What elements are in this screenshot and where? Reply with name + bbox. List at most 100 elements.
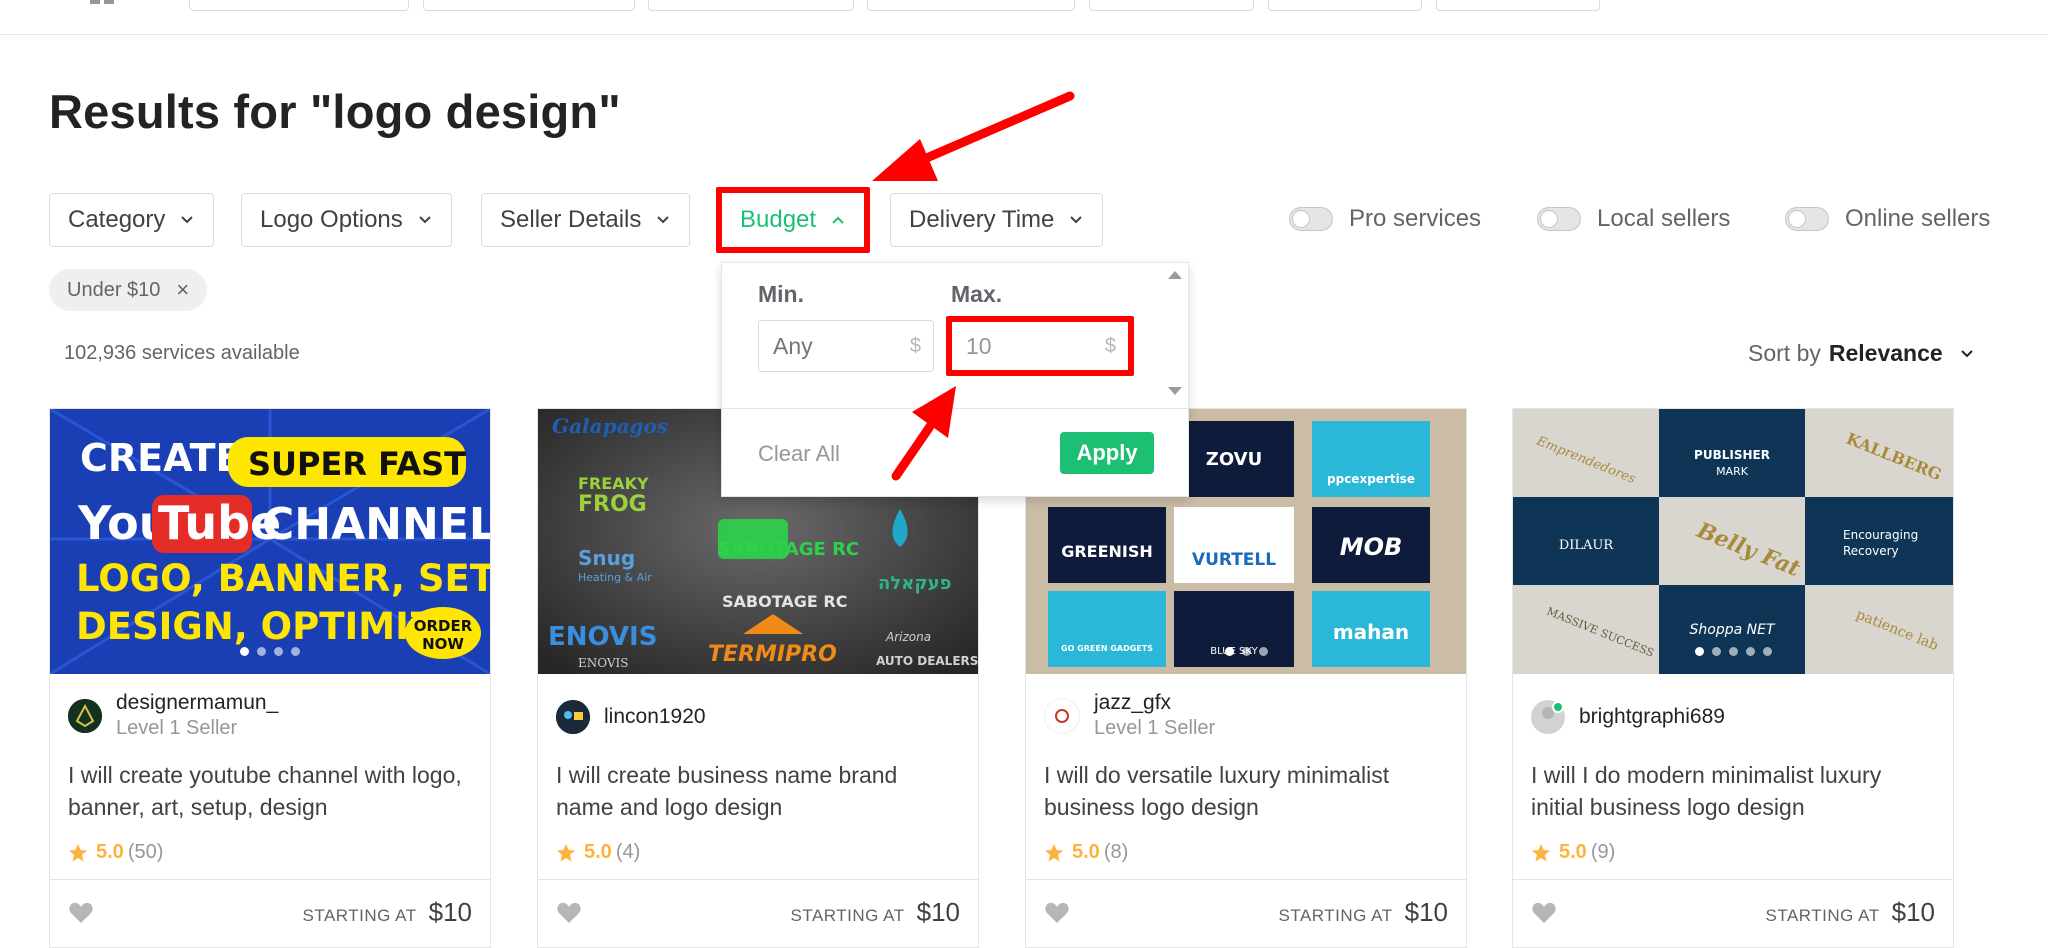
max-budget-input[interactable]	[964, 331, 1068, 361]
category-chip[interactable]	[423, 0, 635, 11]
star-icon	[69, 843, 87, 861]
category-chip[interactable]	[1268, 0, 1422, 11]
tag-label: Under $10	[67, 278, 161, 301]
pro-services-toggle[interactable]: Pro services	[1289, 205, 1481, 233]
clear-all-button[interactable]: Clear All	[758, 441, 840, 467]
seller-info: lincon1920	[556, 700, 706, 734]
min-budget-input[interactable]	[771, 331, 875, 361]
divider	[1513, 879, 1953, 880]
chevron-down-icon	[1070, 216, 1083, 224]
logo-options-filter-button[interactable]: Logo Options	[241, 193, 452, 247]
thumb-text: ZOVU	[1206, 449, 1262, 470]
divider	[722, 408, 1188, 409]
gig-card[interactable]: CREATE, SUPER FAST You Tube CHANNEL LOGO…	[49, 408, 491, 948]
seller-info: brightgraphi689	[1531, 700, 1725, 734]
thumb-text: MOB	[1340, 533, 1403, 561]
gig-card[interactable]: PUBLISHER MARK Emprendedores KALLBERG DI…	[1512, 408, 1954, 948]
category-chip[interactable]	[189, 0, 409, 11]
heart-icon[interactable]	[556, 901, 582, 925]
thumb-text: Encouraging	[1843, 528, 1918, 542]
divider	[50, 879, 490, 880]
seller-info: designermamun_ Level 1 Seller	[68, 691, 278, 740]
thumb-text: ppcexpertise	[1327, 472, 1415, 486]
avatar[interactable]	[1531, 700, 1565, 734]
chevron-up-icon	[832, 216, 844, 224]
toggle-label: Online sellers	[1845, 205, 1991, 232]
thumb-text: LOGO, BANNER, SETUP,	[76, 557, 490, 600]
thumb-text: Arizona	[885, 630, 931, 644]
thumb-text: Snug	[578, 546, 635, 570]
avatar[interactable]	[68, 698, 102, 733]
luxury-logos-thumbnail-image: PUBLISHER MARK Emprendedores KALLBERG DI…	[1513, 409, 1953, 674]
annotation-arrow-line	[910, 91, 1075, 168]
grid-icon[interactable]	[90, 0, 116, 6]
toggle-switch[interactable]	[1289, 207, 1333, 231]
chevron-down-icon	[181, 216, 194, 224]
gig-rating: 5.0 (8)	[1044, 841, 1128, 864]
thumb-text: SABOTAGE RC	[722, 592, 847, 611]
category-chip[interactable]	[1436, 0, 1600, 11]
min-budget-field[interactable]: $	[758, 320, 934, 372]
thumb-text: DILAUR	[1559, 538, 1615, 553]
thumb-text: ORDER	[414, 617, 473, 635]
avatar[interactable]	[1044, 697, 1080, 734]
max-label: Max.	[951, 281, 1003, 307]
seller-name[interactable]: jazz_gfx	[1094, 691, 1215, 715]
thumb-text: FROG	[578, 492, 647, 517]
online-sellers-toggle[interactable]: Online sellers	[1785, 205, 1990, 233]
thumb-text: mahan	[1333, 620, 1409, 644]
local-sellers-toggle[interactable]: Local sellers	[1537, 205, 1730, 233]
rating-count: (8)	[1103, 841, 1129, 863]
toggle-switch[interactable]	[1785, 207, 1829, 231]
gig-title[interactable]: I will create business name brand name a…	[556, 759, 956, 823]
rating-count: (50)	[127, 841, 164, 863]
category-chip[interactable]	[1089, 0, 1254, 11]
gig-rating: 5.0 (9)	[1531, 841, 1615, 864]
heart-icon[interactable]	[68, 901, 94, 925]
close-icon[interactable]: ×	[176, 277, 189, 303]
thumb-text: Galapagos	[552, 414, 668, 438]
price-value: $10	[428, 897, 472, 927]
delivery-time-filter-button[interactable]: Delivery Time	[890, 193, 1104, 247]
annotation-arrowhead	[872, 139, 938, 181]
price-label: STARTING AT	[1765, 906, 1880, 925]
seller-name[interactable]: brightgraphi689	[1579, 705, 1725, 729]
rating-score: 5.0	[1072, 841, 1100, 863]
price-label: STARTING AT	[302, 906, 417, 925]
filter-label: Seller Details	[500, 206, 642, 233]
max-budget-field[interactable]: $	[946, 316, 1134, 376]
category-filter-button[interactable]: Category	[49, 193, 215, 247]
youtube-thumbnail-image: CREATE, SUPER FAST You Tube CHANNEL LOGO…	[50, 409, 490, 674]
currency-symbol: $	[909, 334, 921, 357]
budget-filter-button[interactable]: Budget	[716, 187, 871, 253]
avatar[interactable]	[556, 700, 590, 734]
category-chip[interactable]	[648, 0, 854, 11]
apply-button[interactable]: Apply	[1060, 432, 1154, 474]
gig-price: STARTING AT $10	[302, 897, 472, 928]
budget-dropdown: Min. Max. $ $ Clear All Apply	[721, 262, 1189, 497]
rating-score: 5.0	[96, 841, 124, 863]
toggle-switch[interactable]	[1537, 207, 1581, 231]
star-icon	[1532, 843, 1550, 861]
gig-thumbnail[interactable]: PUBLISHER MARK Emprendedores KALLBERG DI…	[1513, 409, 1953, 674]
gig-thumbnail[interactable]: CREATE, SUPER FAST You Tube CHANNEL LOGO…	[50, 409, 490, 674]
sort-label: Sort by	[1748, 340, 1821, 366]
seller-details-filter-button[interactable]: Seller Details	[481, 193, 691, 247]
scroll-up-arrow-icon[interactable]	[1168, 271, 1182, 279]
gig-title[interactable]: I will I do modern minimalist luxury ini…	[1531, 759, 1931, 823]
thumb-text: AUTO DEALERS	[876, 654, 978, 668]
scroll-down-arrow-icon[interactable]	[1168, 387, 1182, 395]
thumb-text: ENOVIS	[578, 656, 629, 670]
gig-title[interactable]: I will do versatile luxury minimalist bu…	[1044, 759, 1444, 823]
seller-name[interactable]: designermamun_	[116, 691, 278, 715]
chevron-down-icon	[657, 216, 670, 224]
heart-icon[interactable]	[1531, 901, 1557, 925]
carousel-dots	[1513, 647, 1953, 656]
gig-title[interactable]: I will create youtube channel with logo,…	[68, 759, 468, 823]
seller-level: Level 1 Seller	[1094, 717, 1216, 739]
sort-dropdown[interactable]: Sort by Relevance	[1748, 340, 1975, 367]
seller-name[interactable]: lincon1920	[604, 705, 706, 729]
category-chip[interactable]	[867, 0, 1075, 11]
heart-icon[interactable]	[1044, 901, 1070, 925]
thumb-text: Heating & Air	[578, 571, 652, 584]
